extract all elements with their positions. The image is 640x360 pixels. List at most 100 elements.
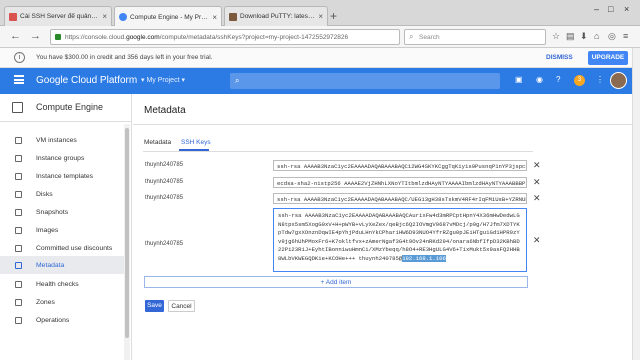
browser-search-input[interactable]: ⌕ Search — [404, 29, 546, 45]
console-search-input[interactable]: ⌕ — [230, 73, 500, 89]
gcp-title[interactable]: Google Cloud Platform — [36, 75, 137, 86]
home-icon[interactable]: ⌂ — [594, 31, 599, 41]
browser-tab-compute-engine[interactable]: Compute Engine - My Pro... × — [114, 6, 222, 27]
vm-instances-icon — [15, 136, 22, 144]
site-favicon-icon — [9, 12, 17, 21]
minimize-window-icon[interactable]: – — [594, 4, 599, 14]
gcp-favicon-icon — [119, 13, 127, 21]
alert-icon[interactable]: ◉ — [536, 75, 543, 84]
delete-key-icon[interactable]: ✕ — [533, 193, 541, 204]
url-host: google.com — [126, 33, 160, 41]
key-username: thuynh240785 — [145, 162, 184, 168]
operations-icon — [15, 316, 22, 324]
page-scrollbar[interactable] — [632, 48, 640, 360]
health-checks-icon — [15, 280, 22, 288]
new-tab-button[interactable]: + — [330, 9, 337, 23]
delete-key-icon[interactable]: ✕ — [533, 235, 541, 246]
instance-templates-icon — [15, 172, 22, 180]
sidebar-title: Compute Engine — [36, 102, 104, 112]
search-icon: ⌕ — [409, 32, 414, 41]
browser-tab-bar: Cài SSH Server để quản trị ... × Compute… — [0, 0, 640, 27]
url-path: /compute/metadata/sshKeys?project=my-pro… — [159, 33, 349, 41]
metadata-icon — [15, 261, 22, 269]
instance-groups-icon — [15, 154, 22, 162]
sidebar-header: Compute Engine — [0, 94, 132, 122]
sidebar-item-instance-templates[interactable]: Instance templates — [0, 167, 124, 185]
sidebar-item-health-checks[interactable]: Health checks — [0, 275, 124, 293]
ssh-key-field[interactable]: ecdsa-sha2-nistp256 AAAAE2VjZHNhLXNoYTIt… — [273, 177, 527, 188]
notification-badge[interactable]: 3 — [574, 75, 585, 86]
discount-icon — [15, 244, 22, 252]
free-trial-banner: i You have $300.00 in credit and 356 day… — [0, 48, 632, 68]
compute-engine-icon — [12, 102, 23, 113]
info-icon: i — [14, 52, 25, 63]
tab-divider — [143, 151, 533, 152]
trial-message: You have $300.00 in credit and 356 days … — [36, 54, 213, 61]
help-icon[interactable]: ? — [556, 75, 560, 84]
close-tab-icon[interactable]: × — [212, 13, 217, 22]
ssh-key-field[interactable]: ssh-rsa AAAAB3NzaC1yc2EAAAADAQABAAABAQC/… — [273, 193, 527, 204]
new-ssh-key-textarea[interactable]: ssh-rsa AAAAB3NzaC1yc2EAAAADAQABAAABAQCA… — [273, 208, 527, 272]
sidebar-scroll-thumb[interactable] — [125, 128, 129, 338]
search-placeholder: Search — [419, 33, 440, 41]
tab-ssh-keys[interactable]: SSH Keys — [181, 139, 211, 146]
delete-key-icon[interactable]: ✕ — [533, 160, 541, 171]
add-item-button[interactable]: + Add item — [144, 276, 528, 288]
more-vert-icon[interactable]: ⋮ — [596, 75, 604, 84]
sidebar-item-snapshots[interactable]: Snapshots — [0, 203, 124, 221]
sidebar-item-operations[interactable]: Operations — [0, 311, 124, 329]
new-key-username: thuynh240785 — [145, 241, 184, 247]
sidebar: Compute Engine VM instances Instance gro… — [0, 94, 132, 360]
key-username: thuynh240785 — [145, 195, 184, 201]
tab-metadata[interactable]: Metadata — [144, 139, 171, 146]
main-content: Metadata Metadata SSH Keys thuynh240785 … — [133, 94, 632, 360]
new-key-text: ssh-rsa AAAAB3NzaC1yc2EAAAADAQABAAABAQCA… — [278, 212, 520, 262]
selected-text: 192.168.1.106 — [402, 254, 446, 262]
upgrade-button[interactable]: UPGRADE — [588, 51, 628, 65]
close-window-icon[interactable]: × — [624, 4, 629, 14]
forward-icon[interactable]: → — [30, 30, 41, 42]
cancel-button[interactable]: Cancel — [168, 300, 195, 312]
browser-nav-bar: ← → https://console.cloud. google.com/com… — [0, 26, 640, 48]
cloud-shell-icon[interactable]: ▣ — [515, 75, 523, 84]
putty-favicon-icon — [229, 12, 237, 21]
save-button[interactable]: Save — [145, 300, 164, 312]
gcp-header: Google Cloud Platform ▾ My Project ▾ ⌕ ▣… — [0, 68, 632, 94]
sidebar-item-metadata[interactable]: Metadata — [0, 256, 124, 274]
search-icon: ⌕ — [235, 76, 240, 85]
zones-icon — [15, 298, 22, 306]
key-username: thuynh240785 — [145, 179, 184, 185]
back-icon[interactable]: ← — [10, 30, 21, 42]
disks-icon — [15, 190, 22, 198]
title-divider — [133, 124, 632, 125]
browser-tab-ssh-guide[interactable]: Cài SSH Server để quản trị ... × — [4, 6, 112, 26]
menu-icon[interactable]: ≡ — [623, 31, 628, 41]
sidebar-item-committed-use-discounts[interactable]: Committed use discounts — [0, 239, 124, 257]
sidebar-item-images[interactable]: Images — [0, 221, 124, 239]
delete-key-icon[interactable]: ✕ — [533, 177, 541, 188]
sidebar-item-zones[interactable]: Zones — [0, 293, 124, 311]
close-tab-icon[interactable]: × — [102, 12, 107, 21]
address-bar[interactable]: https://console.cloud. google.com/compute… — [50, 29, 400, 45]
project-selector[interactable]: ▾ My Project ▾ — [141, 76, 185, 84]
snapshots-icon — [15, 208, 22, 216]
pocket-icon[interactable]: ◎ — [608, 31, 616, 42]
url-prefix: https://console.cloud. — [65, 33, 127, 41]
dismiss-button[interactable]: DISMISS — [546, 54, 573, 61]
hamburger-menu-icon[interactable] — [14, 75, 24, 84]
download-icon[interactable]: ⬇ — [580, 31, 588, 42]
page-title: Metadata — [144, 105, 186, 116]
sidebar-item-instance-groups[interactable]: Instance groups — [0, 149, 124, 167]
avatar[interactable] — [610, 72, 627, 89]
maximize-window-icon[interactable]: □ — [608, 4, 613, 14]
close-tab-icon[interactable]: × — [318, 12, 323, 21]
bookmark-star-icon[interactable]: ☆ — [552, 31, 560, 42]
images-icon — [15, 226, 22, 234]
sidebar-item-disks[interactable]: Disks — [0, 185, 124, 203]
lock-icon — [55, 34, 61, 40]
sidebar-item-vm-instances[interactable]: VM instances — [0, 131, 124, 149]
ssh-key-field[interactable]: ssh-rsa AAAAB3NzaC1yc2EAAAADAQABAAABAQC1… — [273, 160, 527, 171]
reading-list-icon[interactable]: ▤ — [566, 31, 575, 42]
browser-tab-putty[interactable]: Download PuTTY: latest re... × — [224, 6, 328, 26]
sidebar-scrollbar[interactable] — [124, 124, 130, 360]
